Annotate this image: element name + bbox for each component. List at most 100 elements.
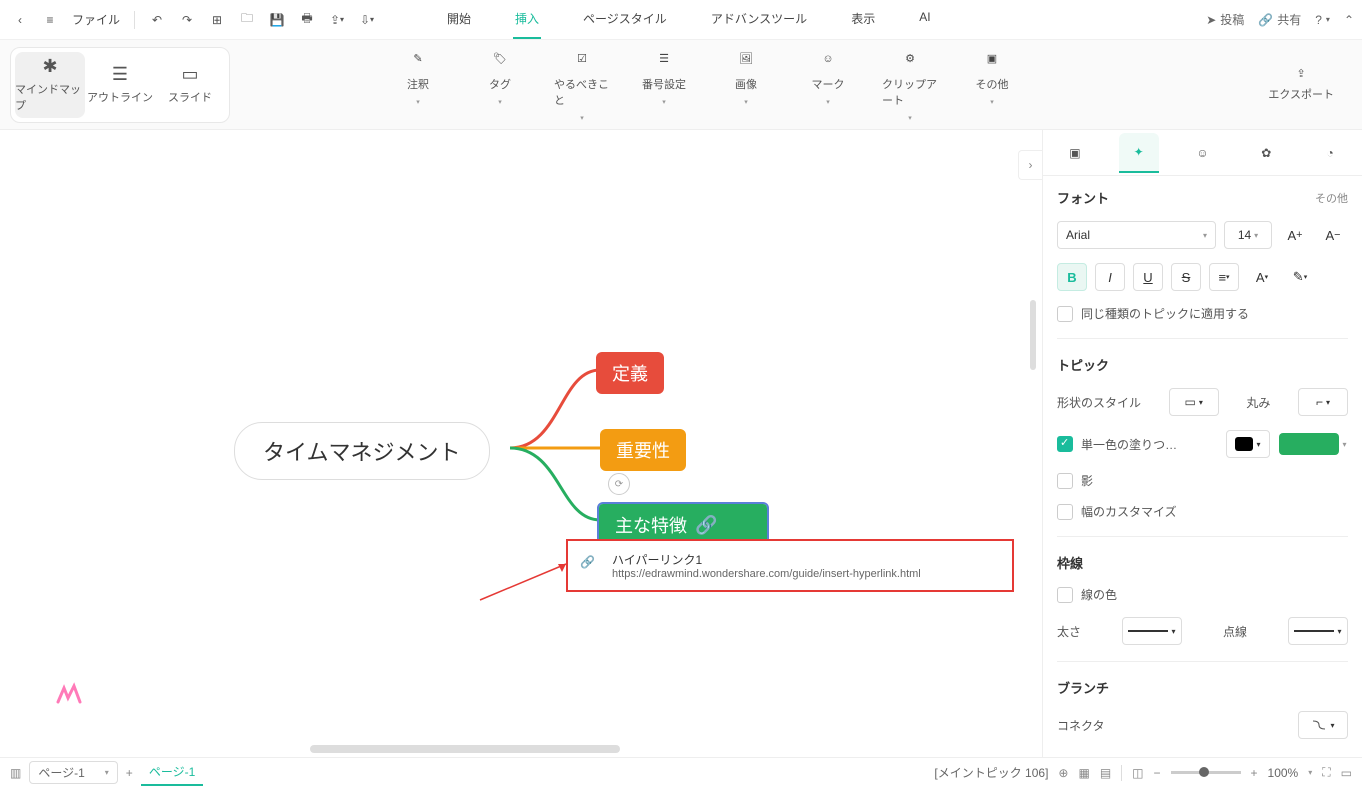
roundness-select[interactable]: ⌐ ▾ xyxy=(1298,388,1348,416)
tag-icon: 🏷 xyxy=(489,48,511,70)
connector-select[interactable]: ▾ xyxy=(1298,711,1348,739)
fullscreen-icon[interactable]: ▭ xyxy=(1341,766,1352,780)
zoom-slider[interactable] xyxy=(1171,771,1241,774)
horizontal-scrollbar[interactable] xyxy=(310,745,620,753)
thickness-select[interactable]: ▾ xyxy=(1122,617,1182,645)
font-size-select[interactable]: 14▾ xyxy=(1224,221,1272,249)
highlight-button[interactable]: ✎▾ xyxy=(1285,263,1315,291)
node-importance[interactable]: 重要性 xyxy=(600,429,686,471)
dashed-select[interactable]: ▾ xyxy=(1288,617,1348,645)
width-custom-checkbox[interactable] xyxy=(1057,504,1073,520)
open-icon[interactable]: 🗀 xyxy=(235,8,259,32)
node-definition[interactable]: 定義 xyxy=(596,352,664,394)
tool-image[interactable]: 🖼画像▾ xyxy=(718,48,774,122)
tool-other[interactable]: ▣その他▾ xyxy=(964,48,1020,122)
tool-annotation[interactable]: ✎注釈▾ xyxy=(390,48,446,122)
send-icon: ➤ xyxy=(1206,13,1216,27)
align-button[interactable]: ≡▾ xyxy=(1209,263,1239,291)
tab-insert[interactable]: 挿入 xyxy=(513,0,541,39)
annotation-arrow xyxy=(480,560,580,600)
refresh-icon[interactable]: ⟳ xyxy=(608,473,630,495)
tab-start[interactable]: 開始 xyxy=(445,0,473,39)
line-color-checkbox[interactable] xyxy=(1057,587,1073,603)
tool-clipart[interactable]: ⚙クリップアート▾ xyxy=(882,48,938,122)
share-icon: 🔗 xyxy=(1258,13,1273,27)
fill-green-swatch[interactable]: ▾ xyxy=(1278,430,1348,458)
undo-icon[interactable]: ↶ xyxy=(145,8,169,32)
underline-button[interactable]: U xyxy=(1133,263,1163,291)
font-more-link[interactable]: その他 xyxy=(1315,190,1348,206)
tab-advanced[interactable]: アドバンスツール xyxy=(709,0,809,39)
status-globe-icon[interactable]: ⊕ xyxy=(1058,766,1068,780)
font-family-select[interactable]: Arial▾ xyxy=(1057,221,1216,249)
tab-ai[interactable]: AI xyxy=(917,0,932,39)
export-quick-icon[interactable]: ⇪▾ xyxy=(325,8,349,32)
bold-button[interactable]: B xyxy=(1057,263,1087,291)
menu-icon[interactable]: ≡ xyxy=(38,8,62,32)
export-button[interactable]: ⇪ エクスポート xyxy=(1268,67,1352,102)
main-topic-node[interactable]: タイムマネジメント xyxy=(234,422,490,480)
view-slide[interactable]: ▭ スライド xyxy=(155,52,225,118)
apply-same-checkbox[interactable] xyxy=(1057,306,1073,322)
zoom-out-icon[interactable]: − xyxy=(1154,766,1161,780)
font-increase[interactable]: A+ xyxy=(1280,221,1310,249)
share-button[interactable]: 🔗共有 xyxy=(1258,11,1301,28)
fill-black-swatch[interactable]: ▾ xyxy=(1226,430,1270,458)
view-mode-group: ✱ マインドマップ ☰ アウトライン ▭ スライド xyxy=(10,47,230,123)
font-color-button[interactable]: A▾ xyxy=(1247,263,1277,291)
view-outline[interactable]: ☰ アウトライン xyxy=(85,52,155,118)
font-decrease[interactable]: A− xyxy=(1318,221,1348,249)
italic-button[interactable]: I xyxy=(1095,263,1125,291)
panel-tab-shape[interactable]: ✿ xyxy=(1246,133,1286,173)
view-mindmap[interactable]: ✱ マインドマップ xyxy=(15,52,85,118)
shadow-checkbox[interactable] xyxy=(1057,473,1073,489)
import-icon[interactable]: ⇩▾ xyxy=(355,8,379,32)
zoom-value[interactable]: 100% xyxy=(1268,766,1299,780)
mindmap-icon: ✱ xyxy=(42,56,57,77)
panel-tab-emoji[interactable]: ☺ xyxy=(1182,133,1222,173)
print-icon[interactable]: 🖶 xyxy=(295,8,319,32)
tab-view[interactable]: 表示 xyxy=(849,0,877,39)
tooltip-url: https://edrawmind.wondershare.com/guide/… xyxy=(612,568,921,580)
tool-todo[interactable]: ☑やるべきこと▾ xyxy=(554,48,610,122)
redo-icon[interactable]: ↷ xyxy=(175,8,199,32)
status-layers-icon[interactable]: ▤ xyxy=(1100,766,1111,780)
page-select[interactable]: ページ-1▾ xyxy=(29,761,117,784)
shape-style-select[interactable]: ▭ ▾ xyxy=(1169,388,1219,416)
gear-icon: ⚙ xyxy=(899,48,921,70)
page-tab-1[interactable]: ページ-1 xyxy=(141,759,203,786)
fit-icon[interactable]: ⛶ xyxy=(1322,765,1330,780)
tooltip-title: ハイパーリンク1 xyxy=(612,551,921,568)
line-color-label: 線の色 xyxy=(1081,586,1117,603)
tool-mark[interactable]: ☺マーク▾ xyxy=(800,48,856,122)
ribbon: ✱ マインドマップ ☰ アウトライン ▭ スライド ✎注釈▾ 🏷タグ▾ ☑やるべ… xyxy=(0,40,1362,130)
new-icon[interactable]: ⊞ xyxy=(205,8,229,32)
post-button[interactable]: ➤投稿 xyxy=(1206,11,1244,28)
panel-collapse-button[interactable]: › xyxy=(1018,150,1042,180)
help-button[interactable]: ?▾ xyxy=(1315,13,1330,27)
tool-tag[interactable]: 🏷タグ▾ xyxy=(472,48,528,122)
collapse-ribbon-icon[interactable]: ⌃ xyxy=(1344,13,1354,27)
right-panel-tabs: ▣ ✦ ☺ ✿ ◔ xyxy=(1043,130,1362,176)
add-page-icon[interactable]: + xyxy=(126,766,133,780)
vertical-scrollbar[interactable] xyxy=(1030,300,1036,370)
smile-icon: ☺ xyxy=(817,48,839,70)
top-menu-bar: ‹ ≡ ファイル ↶ ↷ ⊞ 🗀 💾 🖶 ⇪▾ ⇩▾ 開始 挿入 ページスタイル… xyxy=(0,0,1362,40)
strike-button[interactable]: S xyxy=(1171,263,1201,291)
panel-tab-ai[interactable]: ✦ xyxy=(1119,133,1159,173)
tab-page-style[interactable]: ページスタイル xyxy=(581,0,669,39)
pages-icon[interactable]: ▥ xyxy=(10,766,21,780)
tool-numbering[interactable]: ☰番号設定▾ xyxy=(636,48,692,122)
fill-checkbox[interactable] xyxy=(1057,436,1073,452)
status-grid-icon[interactable]: ▦ xyxy=(1078,766,1089,780)
panel-tab-style[interactable]: ▣ xyxy=(1055,133,1095,173)
topic-section-title: トピック xyxy=(1057,355,1109,374)
file-menu[interactable]: ファイル xyxy=(68,11,124,28)
zoom-in-icon[interactable]: + xyxy=(1251,766,1258,780)
hyperlink-tooltip: 🔗 ハイパーリンク1 https://edrawmind.wondershare… xyxy=(566,539,1014,592)
save-icon[interactable]: 💾 xyxy=(265,8,289,32)
status-layout-icon[interactable]: ◫ xyxy=(1132,766,1143,780)
back-icon[interactable]: ‹ xyxy=(8,8,32,32)
main-menu-tabs: 開始 挿入 ページスタイル アドバンスツール 表示 AI xyxy=(445,0,933,39)
panel-tab-clock[interactable]: ◔ xyxy=(1310,133,1350,173)
